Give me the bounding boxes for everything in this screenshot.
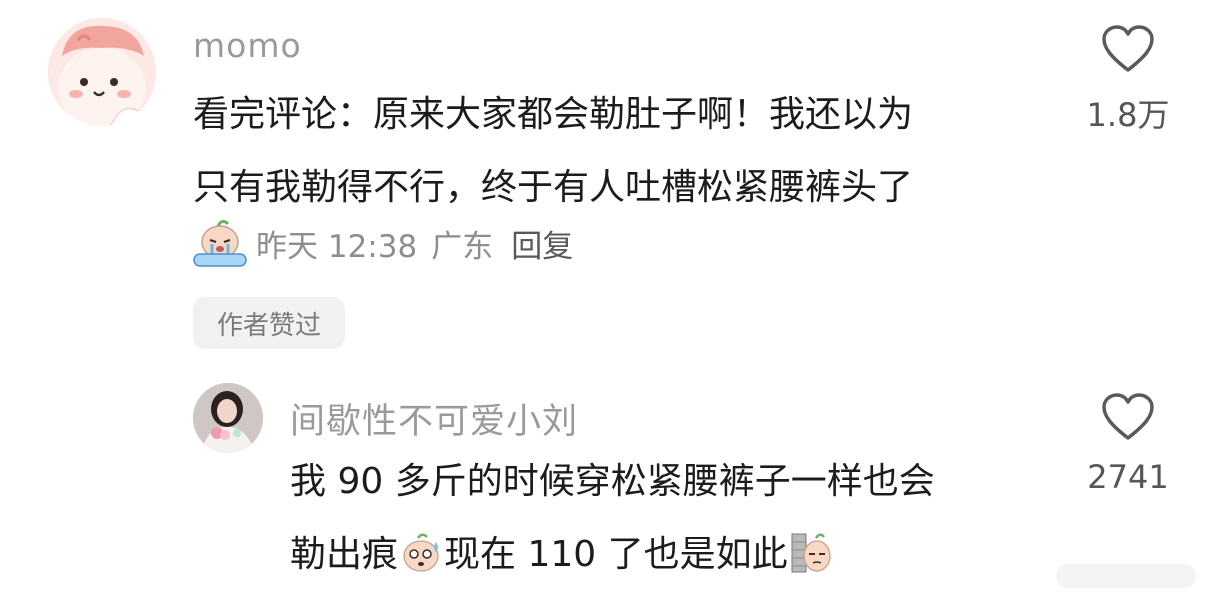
reply-button[interactable]: 回复	[511, 221, 573, 266]
heart-outline-icon	[1102, 393, 1154, 440]
author-liked-badge: 作者赞过	[193, 297, 345, 349]
comment-time: 昨天 12:38	[256, 228, 418, 265]
comment-meta-row: 昨天 12:38 广东 回复	[192, 218, 573, 268]
comment-like-count: 1.8万	[1086, 96, 1170, 134]
profile-photo-icon	[193, 383, 263, 453]
reply-body: 我 90 多斤的时候穿松紧腰裤子一样也会 勒出痕 现在 110 了也是如此	[290, 445, 1050, 591]
reply-like-count: 2741	[1087, 458, 1169, 496]
peach-mascot-icon	[48, 18, 156, 126]
comment-body: 看完评论：原来大家都会勒肚子啊！我还以为 只有我勒得不行，终于有人吐槽松紧腰裤头…	[193, 78, 1053, 224]
replier-avatar[interactable]	[193, 383, 263, 453]
reply-like-button[interactable]: 2741	[1068, 392, 1188, 496]
reply-line-2-part1: 勒出痕	[290, 534, 399, 575]
sweat-sticker-icon	[403, 533, 439, 572]
comment-line-1: 看完评论：原来大家都会勒肚子啊！我还以为	[193, 94, 914, 135]
commenter-username[interactable]: momo	[193, 26, 302, 65]
reply-line-2-part2: 现在 110 了也是如此	[444, 534, 788, 575]
commenter-avatar[interactable]	[48, 18, 156, 126]
watermark-strip	[1056, 564, 1196, 588]
reply-line-1: 我 90 多斤的时候穿松紧腰裤子一样也会	[290, 461, 935, 502]
reply-line-2: 勒出痕 现在 110 了也是如此	[290, 518, 1050, 591]
comment-like-button[interactable]: 1.8万	[1068, 24, 1188, 136]
comment-line-2: 只有我勒得不行，终于有人吐槽松紧腰裤头了	[193, 167, 914, 208]
replier-username[interactable]: 间歇性不可爱小刘	[290, 393, 578, 444]
comment-location: 广东	[431, 228, 494, 265]
crying-sticker-icon	[193, 219, 247, 267]
heart-outline-icon	[1102, 25, 1154, 72]
peeking-sticker-icon	[791, 533, 831, 573]
